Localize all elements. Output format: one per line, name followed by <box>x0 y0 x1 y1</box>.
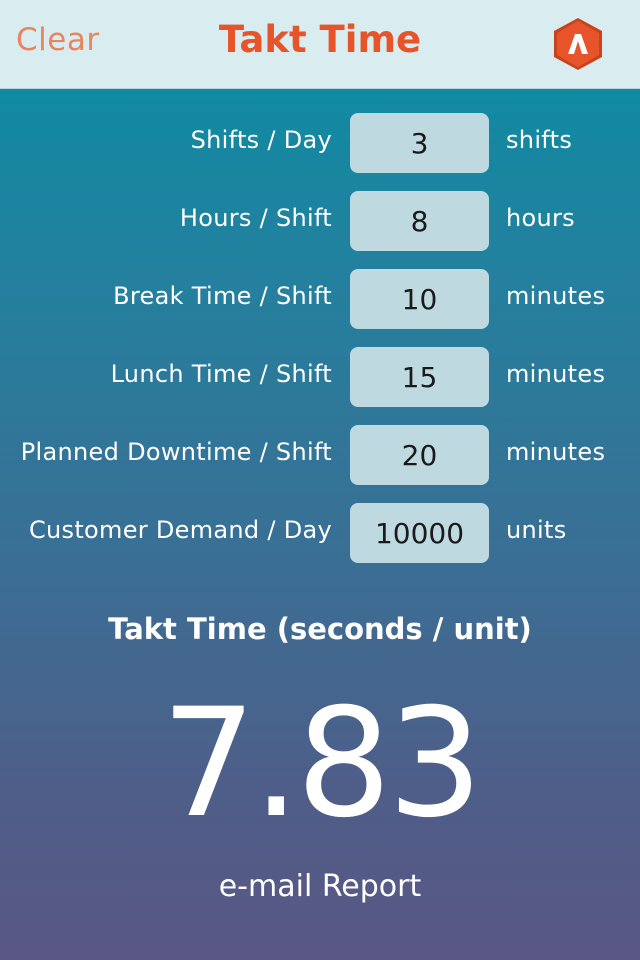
planned-downtime-input[interactable] <box>350 425 489 485</box>
lunch-time-unit: minutes <box>506 360 606 388</box>
customer-demand-label: Customer Demand / Day <box>28 516 332 544</box>
hours-per-shift-label: Hours / Shift <box>179 204 332 232</box>
lunch-time-input[interactable] <box>350 347 489 407</box>
page-title: Takt Time <box>218 18 422 61</box>
takt-time-value: 7.83 <box>161 677 483 851</box>
form-row-lunch-time: Lunch Time / Shift minutes <box>0 347 640 407</box>
form-row-planned-downtime: Planned Downtime / Shift minutes <box>0 425 640 485</box>
break-time-label: Break Time / Shift <box>113 282 332 310</box>
hours-per-shift-input[interactable] <box>350 191 489 251</box>
form-row-hours-per-shift: Hours / Shift hours <box>0 191 640 251</box>
planned-downtime-label: Planned Downtime / Shift <box>20 438 332 466</box>
form-row-customer-demand: Customer Demand / Day units <box>0 503 640 563</box>
customer-demand-unit: units <box>506 516 567 544</box>
break-time-unit: minutes <box>506 282 606 310</box>
break-time-input[interactable] <box>350 269 489 329</box>
lunch-time-label: Lunch Time / Shift <box>110 360 332 388</box>
calculator-panel: Shifts / Day shifts Hours / Shift hours … <box>0 89 640 960</box>
form-row-break-time: Break Time / Shift minutes <box>0 269 640 329</box>
shifts-per-day-label: Shifts / Day <box>190 126 332 154</box>
customer-demand-input[interactable] <box>350 503 489 563</box>
shifts-per-day-input[interactable] <box>350 113 489 173</box>
result-title: Takt Time (seconds / unit) <box>108 612 532 646</box>
email-report-button[interactable]: e-mail Report <box>0 869 640 904</box>
shifts-per-day-unit: shifts <box>506 126 573 154</box>
hours-per-shift-unit: hours <box>506 204 575 232</box>
app-logo-icon[interactable] <box>551 16 605 72</box>
header-bar: Clear Takt Time <box>0 0 640 89</box>
planned-downtime-unit: minutes <box>506 438 606 466</box>
form-row-shifts-per-day: Shifts / Day shifts <box>0 113 640 173</box>
